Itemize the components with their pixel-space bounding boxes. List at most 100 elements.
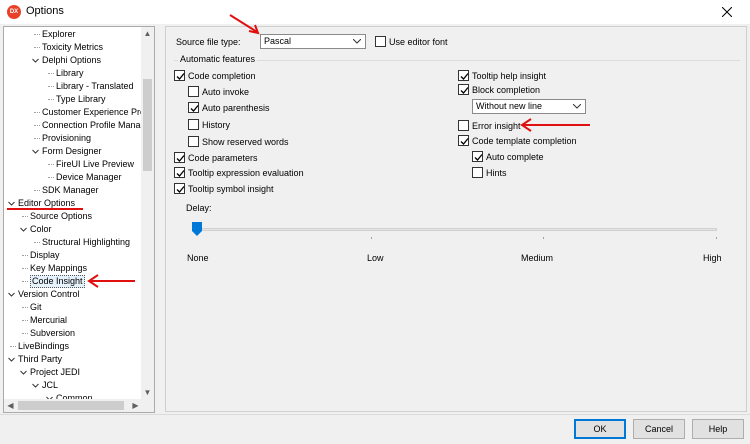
tree-item-label: LiveBindings [18,341,70,351]
checkbox[interactable] [458,70,469,81]
delay-tick [543,237,544,239]
checkbox-label: Auto parenthesis [202,103,270,113]
automatic-features-group [174,60,740,304]
tree-connector [34,242,40,243]
checkbox[interactable] [188,119,199,130]
tree-item[interactable]: Delphi Options [4,54,142,67]
tree-item[interactable]: Source Options [4,210,142,223]
chevron-down-icon[interactable] [32,57,39,64]
chevron-down-icon[interactable] [20,226,27,233]
horizontal-scroll-thumb[interactable] [18,401,124,410]
chevron-down-icon[interactable] [20,369,27,376]
use-editor-font-checkbox[interactable] [375,36,386,47]
tree-item[interactable]: JCL [4,379,142,392]
tree-item[interactable]: Mercurial [4,314,142,327]
scroll-up-icon[interactable]: ▲ [141,27,154,40]
checkbox[interactable] [174,70,185,81]
tree-vertical-scrollbar[interactable]: ▲ ▼ [141,27,154,399]
tree-item[interactable]: Display [4,249,142,262]
checkbox[interactable] [174,152,185,163]
tree-item[interactable]: Toxicity Metrics [4,41,142,54]
tree-item[interactable]: Color [4,223,142,236]
chevron-down-icon [353,39,361,44]
vertical-scroll-thumb[interactable] [143,79,152,171]
tree-item[interactable]: Library [4,67,142,80]
cancel-button[interactable]: Cancel [633,419,685,439]
block-completion-select[interactable]: Without new line [472,99,586,114]
annotation-arrow-icon [87,274,135,288]
checkbox-label: Error insight [472,121,521,131]
checkbox[interactable] [458,84,469,95]
delay-none-label: None [187,253,209,263]
tree-item[interactable]: SDK Manager [4,184,142,197]
tree-item-label: Structural Highlighting [42,237,131,247]
checkbox-label: Code parameters [188,153,258,163]
tree-item[interactable]: Type Library [4,93,142,106]
checkbox-label: Hints [486,168,507,178]
tree-item-label: Device Manager [56,172,122,182]
tree-connector [22,216,28,217]
tree-item[interactable]: Third Party [4,353,142,366]
app-icon: DX [7,5,21,19]
checkbox-label: Auto complete [486,152,544,162]
tree-item[interactable]: Version Control [4,288,142,301]
tree-item[interactable]: Device Manager [4,171,142,184]
chevron-down-icon[interactable] [8,291,15,298]
ok-button[interactable]: OK [574,419,626,439]
tree-item[interactable]: Project JEDI [4,366,142,379]
tree-item[interactable]: Subversion [4,327,142,340]
tree-item[interactable]: Customer Experience Progr [4,106,142,119]
tree-item[interactable]: Library - Translated [4,80,142,93]
checkbox[interactable] [472,151,483,162]
tree-item-label: Explorer [42,29,76,39]
tree-item-label: Library - Translated [56,81,134,91]
checkbox[interactable] [188,86,199,97]
checkbox[interactable] [174,167,185,178]
checkbox[interactable] [458,135,469,146]
annotation-underline [7,208,83,210]
tree-connector [34,112,40,113]
tree-horizontal-scrollbar[interactable]: ◀ ▶ [4,399,142,412]
chevron-down-icon[interactable] [8,200,15,207]
tree-item-label: FireUI Live Preview [56,159,135,169]
tree-connector [22,333,28,334]
tree-item-label: Display [30,250,60,260]
checkbox-label: Tooltip symbol insight [188,184,274,194]
checkbox[interactable] [188,136,199,147]
tree-item[interactable]: Connection Profile Manage [4,119,142,132]
tree-item-label: Library [56,68,84,78]
checkbox[interactable] [472,167,483,178]
tree-item[interactable]: Common [4,392,142,399]
delay-slider-thumb[interactable] [192,222,202,236]
chevron-down-icon[interactable] [32,382,39,389]
tree-item[interactable]: Git [4,301,142,314]
tree-item[interactable]: Provisioning [4,132,142,145]
tree-item[interactable]: Structural Highlighting [4,236,142,249]
tree-item[interactable]: Explorer [4,28,142,41]
tree-item-label: Form Designer [42,146,102,156]
close-button[interactable] [704,0,750,24]
checkbox[interactable] [188,102,199,113]
tree-item[interactable]: FireUI Live Preview [4,158,142,171]
delay-slider-track[interactable] [193,228,717,231]
scroll-left-icon[interactable]: ◀ [4,399,17,412]
tree-item-label: Subversion [30,328,76,338]
tree-connector [48,177,54,178]
options-tree[interactable]: Explorer Toxicity Metrics Delphi Options Li… [3,26,155,413]
chevron-down-icon[interactable] [32,148,39,155]
help-button[interactable]: Help [692,419,744,439]
delay-medium-label: Medium [521,253,554,263]
chevron-down-icon[interactable] [8,356,15,363]
checkbox-label: Auto invoke [202,87,250,97]
source-file-type-select[interactable]: Pascal [260,34,366,49]
checkbox[interactable] [458,120,469,131]
tree-item[interactable]: LiveBindings [4,340,142,353]
automatic-features-label: Automatic features [178,54,258,64]
scroll-down-icon[interactable]: ▼ [141,386,154,399]
tree-item-label: Type Library [56,94,106,104]
annotation-arrow-icon [229,14,260,35]
checkbox[interactable] [174,183,185,194]
tree-item[interactable]: Form Designer [4,145,142,158]
delay-tick [716,237,717,239]
tree-item-label: Version Control [18,289,80,299]
